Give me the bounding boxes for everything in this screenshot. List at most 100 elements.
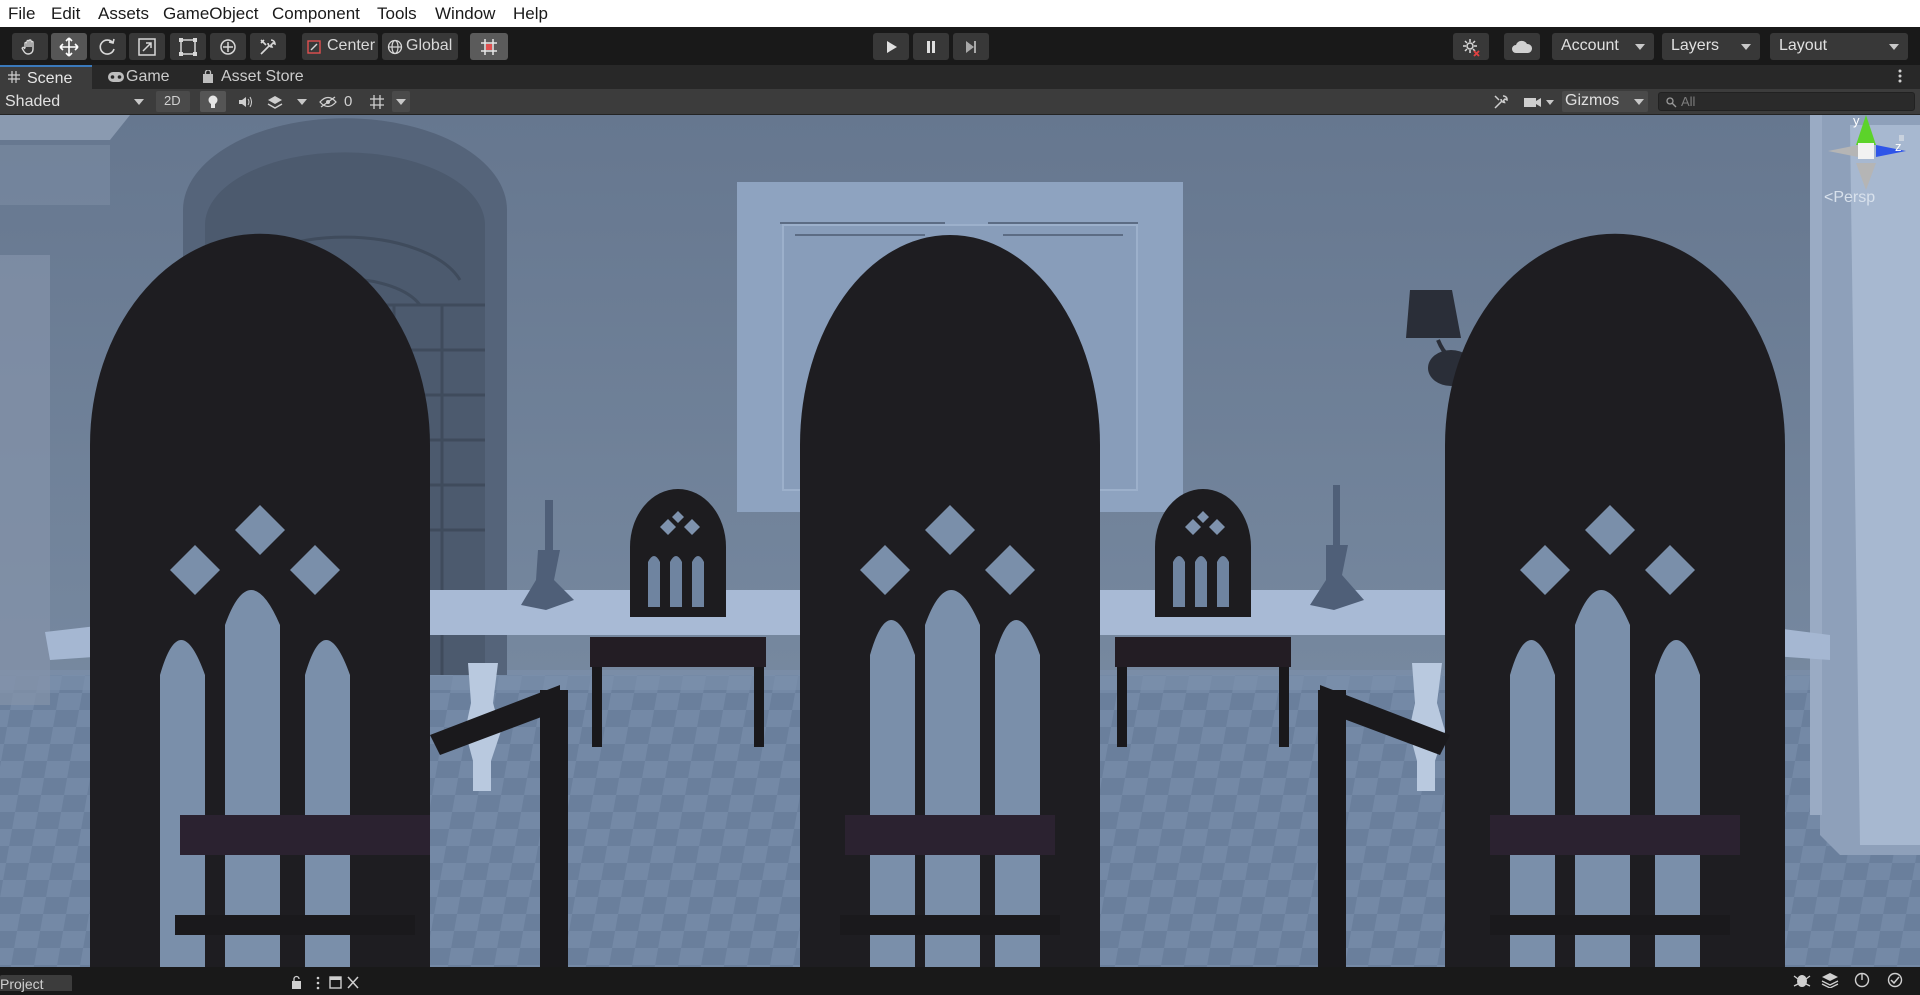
layout-dropdown[interactable]: Layout: [1770, 33, 1908, 60]
layers-stack-icon: [267, 95, 283, 109]
collab-icon: [1463, 38, 1480, 57]
chevron-down-icon: [297, 98, 307, 105]
menu-assets[interactable]: Assets: [98, 4, 149, 24]
pause-button[interactable]: [913, 33, 949, 60]
hand-icon: [21, 38, 34, 55]
pivot-center-icon: [307, 39, 321, 54]
kebab-menu-icon: [1898, 69, 1902, 83]
layers-dropdown[interactable]: Layers: [1662, 33, 1760, 60]
gamepad-icon: [108, 72, 124, 82]
tab-game-label: Game: [126, 68, 170, 85]
camera-icon: [1524, 97, 1554, 107]
chevron-down-icon: [396, 98, 406, 105]
custom-tool-button[interactable]: [250, 33, 286, 60]
menu-gameobject[interactable]: GameObject: [163, 4, 258, 24]
pivot-space-toggle[interactable]: Global: [382, 33, 458, 60]
menu-window[interactable]: Window: [435, 4, 495, 24]
audio-toggle[interactable]: [232, 91, 258, 112]
transform-tool-button[interactable]: [210, 33, 246, 60]
draw-mode-dropdown[interactable]: Shaded: [0, 91, 150, 112]
tab-scene[interactable]: Scene: [0, 65, 92, 89]
menu-edit[interactable]: Edit: [51, 4, 80, 24]
tab-menu-button[interactable]: [1898, 68, 1906, 86]
scale-tool-button[interactable]: [129, 33, 165, 60]
grid-icon: [8, 71, 20, 83]
layers-stack-icon: [1821, 973, 1839, 989]
menu-tools[interactable]: Tools: [377, 4, 417, 24]
maximize-icon: [329, 976, 342, 989]
project-tab-controls: [290, 975, 365, 990]
chevron-down-icon: [1889, 44, 1899, 50]
hidden-count: 0: [344, 93, 353, 110]
gizmo-z-label: z: [1895, 139, 1902, 154]
hidden-objects-toggle[interactable]: 0: [316, 91, 358, 112]
tab-scene-label: Scene: [27, 70, 73, 87]
tab-project[interactable]: Project: [0, 975, 72, 992]
gizmo-y-label: y: [1853, 115, 1860, 128]
light-bulb-icon: [208, 95, 218, 108]
transform-icon: [220, 38, 236, 55]
scene-viewport[interactable]: y z <Persp: [0, 115, 1920, 967]
close-icon: [347, 976, 359, 989]
editor-tab-bar: Scene Game Asset Store: [0, 65, 1920, 89]
projection-label: Persp: [1833, 189, 1876, 206]
tab-asset-store[interactable]: Asset Store: [196, 65, 316, 89]
status-icons: [1792, 972, 1917, 989]
progress-icon: [1854, 972, 1870, 988]
gizmos-label: Gizmos: [1565, 92, 1620, 109]
scale-icon: [138, 37, 156, 56]
2d-toggle-label: 2D: [164, 93, 181, 108]
menu-component[interactable]: Component: [272, 4, 360, 24]
camera-settings-button[interactable]: [1520, 91, 1558, 112]
play-icon: [887, 40, 897, 53]
grid-toggle[interactable]: [364, 91, 390, 112]
hand-tool-button[interactable]: [12, 33, 48, 60]
lighting-toggle[interactable]: [200, 91, 226, 112]
collab-button[interactable]: [1453, 33, 1489, 60]
scene-view-toolbar: Shaded 2D 0 Gizmos All: [0, 89, 1920, 115]
lock-icon: [292, 975, 301, 989]
grid-snap-button[interactable]: [470, 33, 508, 60]
bottom-panel-strip: Project: [0, 967, 1920, 992]
pivot-mode-label: Center: [327, 37, 376, 54]
pause-icon: [927, 40, 935, 53]
chevron-down-icon: [1635, 44, 1645, 50]
rotate-tool-button[interactable]: [90, 33, 126, 60]
step-button[interactable]: [953, 33, 989, 60]
grid-dropdown[interactable]: [392, 91, 410, 112]
pivot-mode-toggle[interactable]: Center: [302, 33, 378, 60]
move-tool-button[interactable]: [51, 33, 87, 60]
draw-mode-label: Shaded: [5, 93, 61, 110]
bag-icon: [203, 70, 213, 83]
rect-tool-button[interactable]: [170, 33, 206, 60]
search-placeholder: All: [1681, 94, 1696, 109]
menu-bar: File Edit Assets GameObject Component To…: [0, 0, 1920, 27]
speaker-icon: [239, 96, 252, 107]
debug-icon: [1793, 975, 1811, 987]
menu-file[interactable]: File: [8, 4, 35, 24]
gizmos-dropdown[interactable]: Gizmos: [1562, 91, 1648, 112]
chevron-left-icon: <: [1824, 189, 1834, 206]
account-dropdown[interactable]: Account: [1552, 33, 1654, 60]
play-button[interactable]: [873, 33, 909, 60]
grid-visibility-icon: [370, 94, 384, 109]
account-label: Account: [1561, 37, 1619, 54]
chevron-down-icon: [134, 99, 144, 105]
effects-dropdown[interactable]: [294, 91, 310, 112]
projection-toggle[interactable]: <Persp: [1824, 189, 1875, 209]
layers-label: Layers: [1671, 37, 1720, 54]
tools-overlay-button[interactable]: [1488, 91, 1514, 112]
step-icon: [966, 40, 976, 53]
pivot-space-label: Global: [406, 37, 453, 54]
menu-help[interactable]: Help: [513, 4, 548, 24]
kebab-menu-icon: [316, 976, 320, 990]
check-circle-icon: [1887, 972, 1903, 988]
2d-toggle[interactable]: 2D: [156, 91, 190, 112]
cloud-button[interactable]: [1504, 33, 1540, 60]
grid-snap-icon: [481, 38, 497, 55]
eye-slash-icon: [319, 95, 337, 108]
tab-game[interactable]: Game: [99, 65, 185, 89]
effects-toggle[interactable]: [262, 91, 288, 112]
move-icon: [59, 36, 79, 57]
scene-search-field[interactable]: All: [1658, 92, 1915, 111]
